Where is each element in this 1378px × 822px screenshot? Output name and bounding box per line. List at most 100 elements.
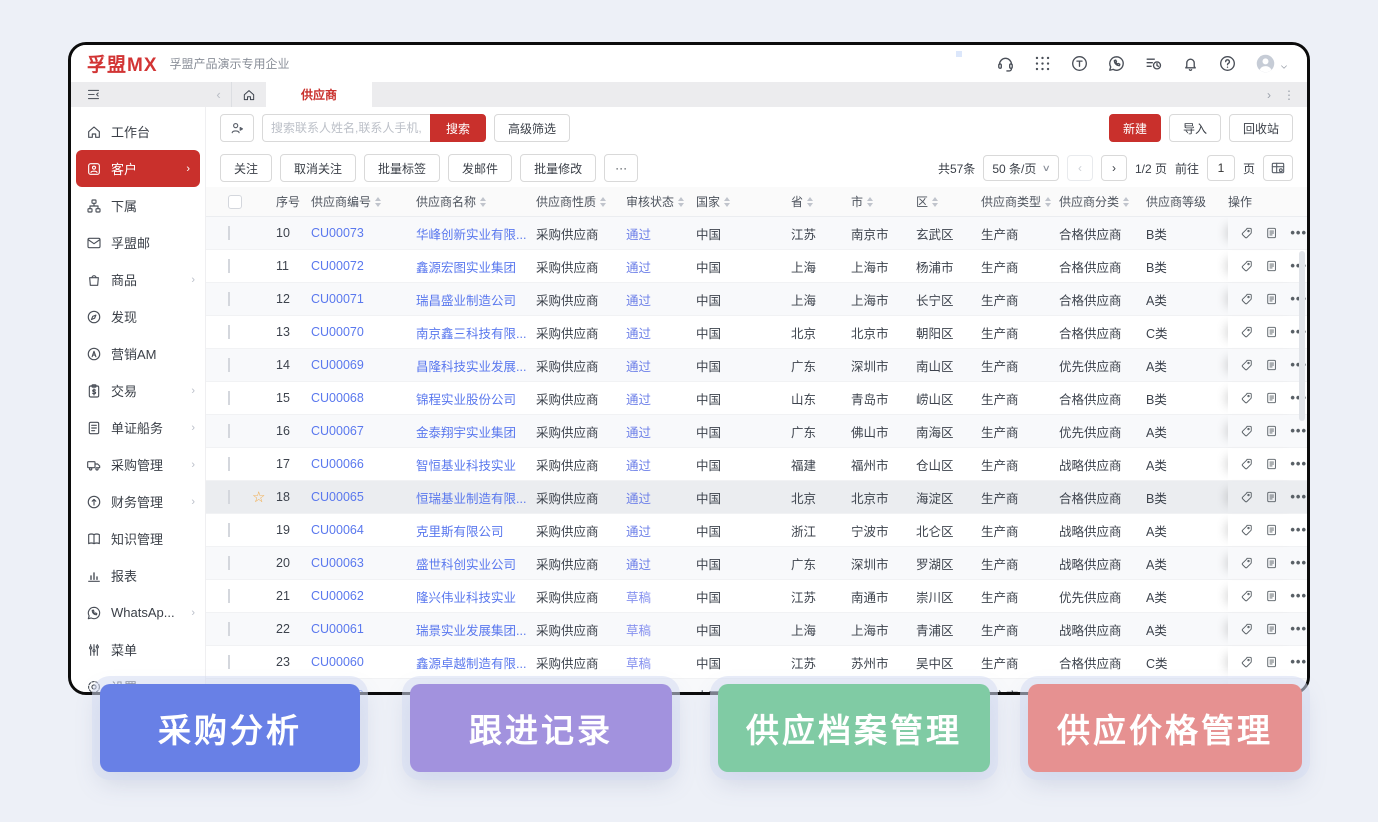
overlay-采购分析[interactable]: 采购分析 [100, 684, 360, 772]
row-checkbox[interactable] [228, 424, 230, 438]
sort-icon[interactable] [600, 197, 606, 207]
cell-supplier-code[interactable]: CU00068 [311, 391, 416, 405]
cell-supplier-code[interactable]: CU00062 [311, 589, 416, 603]
table-row[interactable]: 14CU00069昌隆科技实业发展...采购供应商通过中国广东深圳市南山区生产商… [206, 349, 1307, 382]
table-row[interactable]: 11CU00072鑫源宏图实业集团采购供应商通过中国上海上海市杨浦市生产商合格供… [206, 250, 1307, 283]
cell-supplier-code[interactable]: CU00069 [311, 358, 416, 372]
detail-doc-icon[interactable] [1265, 324, 1278, 340]
cell-audit-status[interactable]: 通过 [626, 488, 696, 507]
row-checkbox[interactable] [228, 457, 230, 471]
row-checkbox[interactable] [228, 622, 230, 636]
tag-icon[interactable] [1240, 324, 1253, 340]
ai-assistant-icon[interactable] [959, 54, 978, 73]
cell-audit-status[interactable]: 通过 [626, 224, 696, 243]
vertical-scrollbar[interactable] [1299, 251, 1305, 421]
cell-audit-status[interactable]: 草稿 [626, 587, 696, 606]
row-more-icon[interactable]: ••• [1290, 525, 1307, 535]
prev-page-button[interactable]: ‹ [1067, 155, 1093, 181]
cell-supplier-name[interactable]: 克里斯有限公司 [416, 521, 536, 540]
detail-doc-icon[interactable] [1265, 522, 1278, 538]
row-more-icon[interactable]: ••• [1290, 228, 1307, 238]
new-button[interactable]: 新建 [1109, 114, 1161, 142]
app-grid-icon[interactable] [1033, 54, 1052, 73]
cell-supplier-name[interactable]: 南京鑫三科技有限... [416, 323, 536, 342]
tag-icon[interactable] [1240, 555, 1253, 571]
sidebar-item-clipboard[interactable]: 交易› [71, 372, 205, 409]
row-more-icon[interactable]: ••• [1290, 426, 1307, 436]
sort-icon[interactable] [807, 197, 813, 207]
detail-doc-icon[interactable] [1265, 423, 1278, 439]
overlay-供应价格管理[interactable]: 供应价格管理 [1028, 684, 1302, 772]
cell-supplier-name[interactable]: 瑞景实业发展集团... [416, 620, 536, 639]
next-page-button[interactable]: › [1101, 155, 1127, 181]
sort-icon[interactable] [724, 197, 730, 207]
cell-audit-status[interactable]: 通过 [626, 389, 696, 408]
cell-supplier-name[interactable]: 金泰翔宇实业集团 [416, 422, 536, 441]
cell-supplier-code[interactable]: CU00063 [311, 556, 416, 570]
sort-icon[interactable] [932, 197, 938, 207]
batch-button-0[interactable]: 关注 [220, 154, 272, 182]
sidebar-item-compass[interactable]: 发现 [71, 298, 205, 335]
user-avatar[interactable] [1255, 53, 1289, 74]
cell-audit-status[interactable]: 草稿 [626, 653, 696, 672]
tag-icon[interactable] [1240, 588, 1253, 604]
tag-icon[interactable] [1240, 423, 1253, 439]
goto-page-input[interactable] [1207, 155, 1235, 181]
table-row[interactable]: 10CU00073华峰创新实业有限...采购供应商通过中国江苏南京市玄武区生产商… [206, 217, 1307, 250]
sort-icon[interactable] [1123, 197, 1129, 207]
batch-button-2[interactable]: 批量标签 [364, 154, 440, 182]
advanced-filter-button[interactable]: 高级筛选 [494, 114, 570, 142]
row-checkbox[interactable] [228, 490, 230, 504]
sort-icon[interactable] [867, 197, 873, 207]
cell-supplier-code[interactable]: CU00064 [311, 523, 416, 537]
tag-icon[interactable] [1240, 522, 1253, 538]
row-checkbox[interactable] [228, 655, 230, 669]
import-button[interactable]: 导入 [1169, 114, 1221, 142]
headset-icon[interactable] [996, 54, 1015, 73]
sidebar-item-whatsapp[interactable]: WhatsAp...› [71, 594, 205, 631]
cell-supplier-code[interactable]: CU00061 [311, 622, 416, 636]
row-more-icon[interactable]: ••• [1290, 657, 1307, 667]
sidebar-item-truck[interactable]: 采购管理› [71, 446, 205, 483]
cell-supplier-code[interactable]: CU00072 [311, 259, 416, 273]
table-row[interactable]: 17CU00066智恒基业科技实业采购供应商通过中国福建福州市仓山区生产商战略供… [206, 448, 1307, 481]
row-checkbox[interactable] [228, 523, 230, 537]
row-checkbox[interactable] [228, 556, 230, 570]
detail-doc-icon[interactable] [1265, 621, 1278, 637]
cell-audit-status[interactable]: 通过 [626, 554, 696, 573]
detail-doc-icon[interactable] [1265, 291, 1278, 307]
help-icon[interactable] [1218, 54, 1237, 73]
row-checkbox[interactable] [228, 292, 230, 306]
cell-supplier-name[interactable]: 瑞昌盛业制造公司 [416, 290, 536, 309]
detail-doc-icon[interactable] [1265, 588, 1278, 604]
tag-icon[interactable] [1240, 654, 1253, 670]
more-actions-button[interactable]: ··· [604, 154, 638, 182]
cell-audit-status[interactable]: 通过 [626, 257, 696, 276]
recycle-bin-button[interactable]: 回收站 [1229, 114, 1293, 142]
cell-supplier-code[interactable]: CU00066 [311, 457, 416, 471]
row-checkbox[interactable] [228, 358, 230, 372]
cell-supplier-code[interactable]: CU00071 [311, 292, 416, 306]
tag-icon[interactable] [1240, 621, 1253, 637]
row-checkbox[interactable] [228, 226, 230, 240]
batch-button-4[interactable]: 批量修改 [520, 154, 596, 182]
table-settings-button[interactable] [1263, 155, 1293, 181]
sidebar-item-bag[interactable]: 商品› [71, 261, 205, 298]
table-row[interactable]: ☆18CU00065恒瑞基业制造有限...采购供应商通过中国北京北京市海淀区生产… [206, 481, 1307, 514]
cell-audit-status[interactable]: 草稿 [626, 620, 696, 639]
sidebar-item-mail[interactable]: 孚盟邮 [71, 224, 205, 261]
cell-audit-status[interactable]: 通过 [626, 356, 696, 375]
page-size-select[interactable]: 50 条/页∨ [983, 155, 1059, 181]
batch-button-3[interactable]: 发邮件 [448, 154, 512, 182]
row-checkbox[interactable] [228, 589, 230, 603]
cell-supplier-name[interactable]: 盛世科创实业公司 [416, 554, 536, 573]
detail-doc-icon[interactable] [1265, 390, 1278, 406]
sidebar-item-chart[interactable]: 报表 [71, 557, 205, 594]
detail-doc-icon[interactable] [1265, 489, 1278, 505]
cell-audit-status[interactable]: 通过 [626, 521, 696, 540]
cell-supplier-code[interactable]: CU00073 [311, 226, 416, 240]
sidebar-item-user-card[interactable]: 客户› [76, 150, 200, 187]
cell-supplier-name[interactable]: 隆兴伟业科技实业 [416, 587, 536, 606]
detail-doc-icon[interactable] [1265, 456, 1278, 472]
cell-audit-status[interactable]: 通过 [626, 455, 696, 474]
